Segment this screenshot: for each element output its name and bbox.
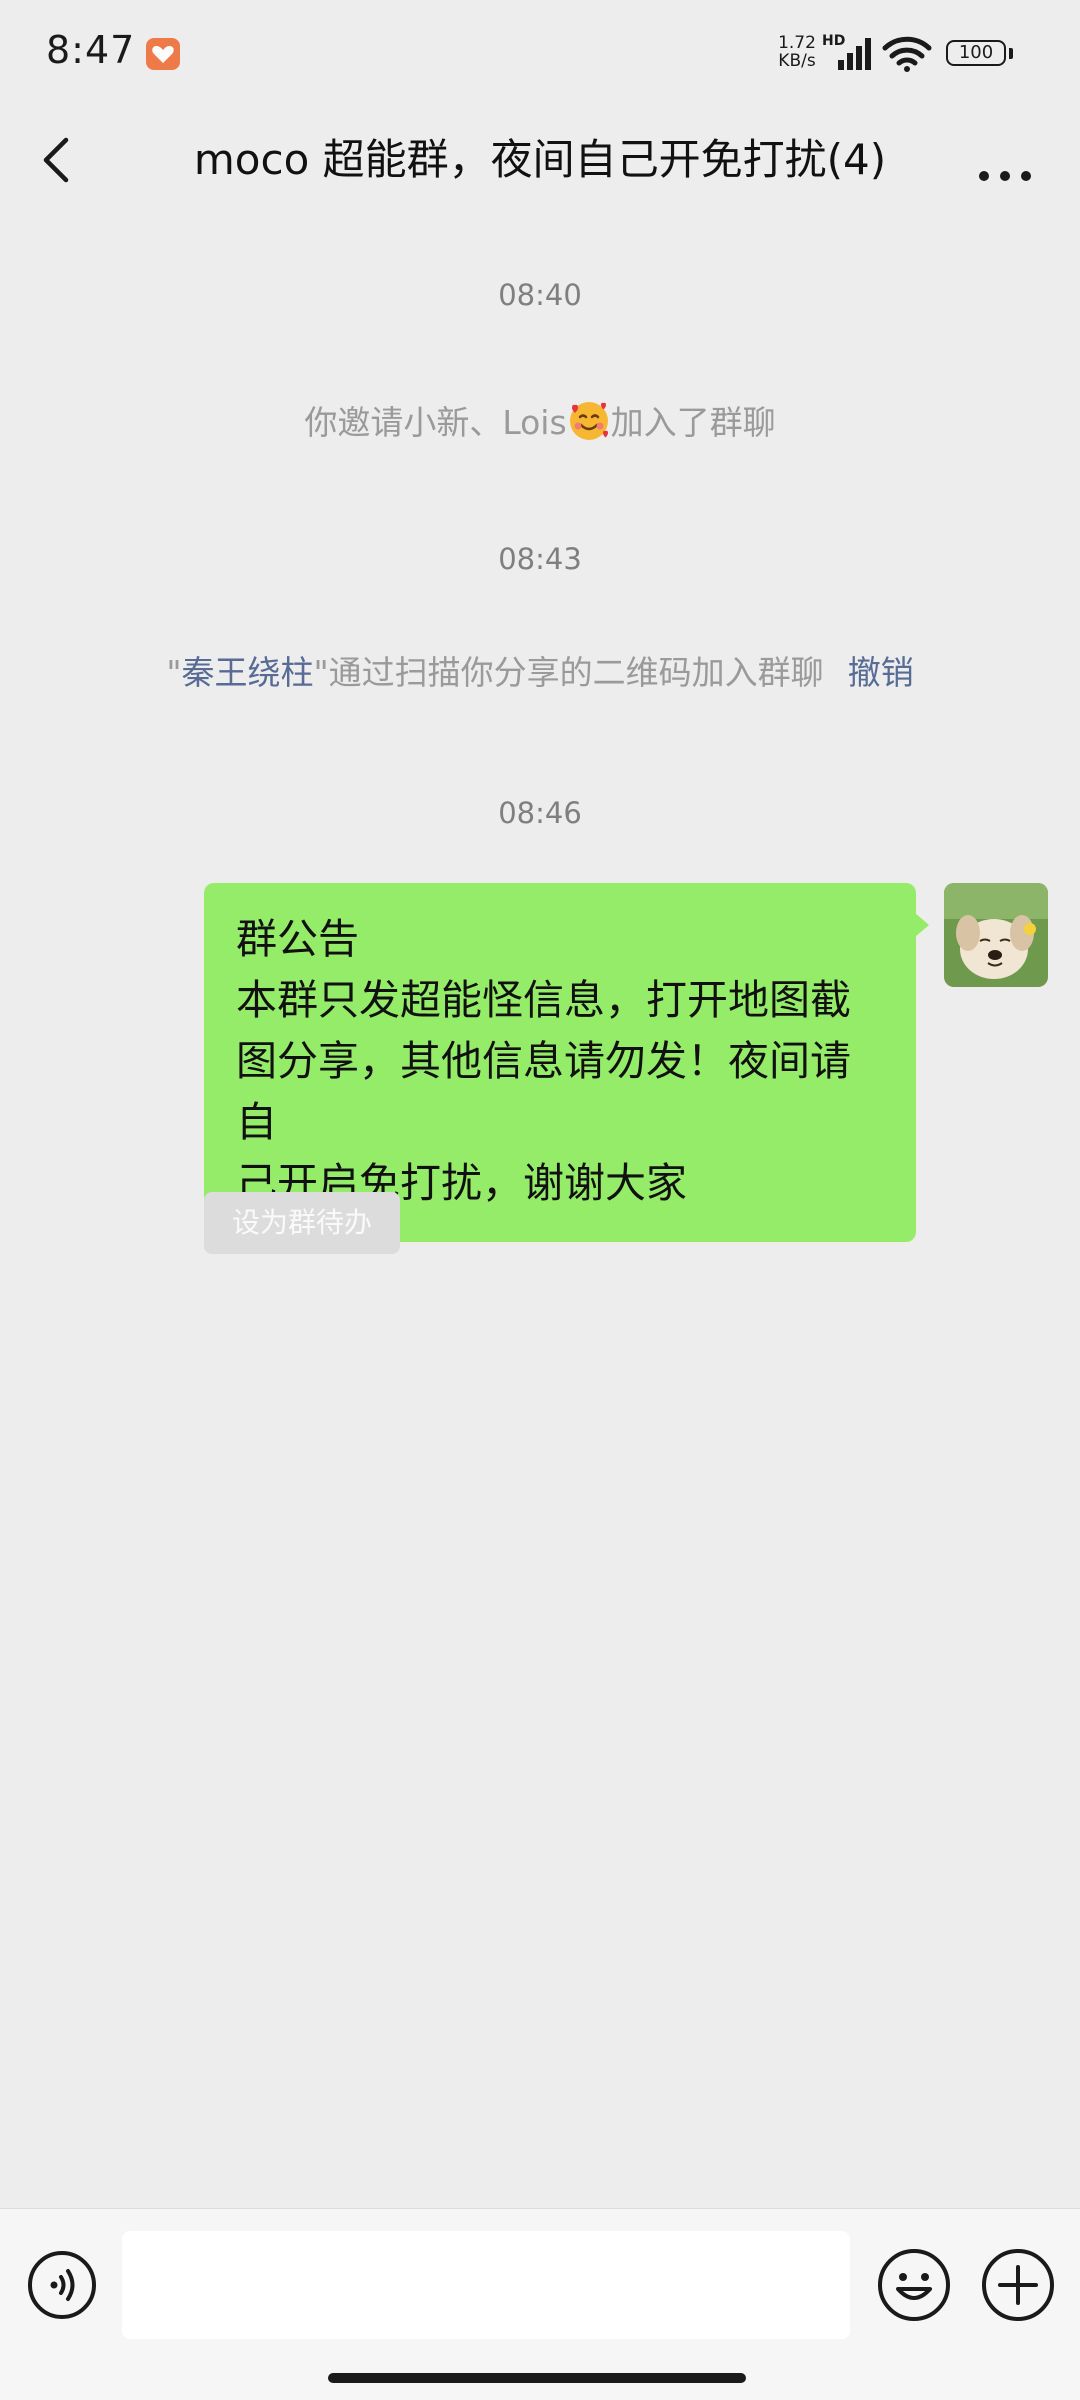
status-time: 8:47 bbox=[46, 28, 136, 72]
system-message-invite: 你邀请小新、Lois 加入了群聊 bbox=[0, 396, 1080, 444]
set-group-todo-button[interactable]: 设为群待办 bbox=[204, 1192, 400, 1254]
timestamp: 08:40 bbox=[498, 278, 582, 312]
message-line: 图分享，其他信息请勿发！夜间请自 bbox=[236, 1037, 851, 1146]
status-bar: 8:47 1.72 KB/s HD 100 bbox=[0, 0, 1080, 108]
voice-button[interactable] bbox=[26, 2249, 98, 2321]
invite-text-end: 加入了群聊 bbox=[610, 403, 776, 442]
back-arrow-icon bbox=[43, 137, 69, 183]
battery-tip bbox=[1009, 48, 1013, 59]
network-speed: 1.72 KB/s bbox=[772, 34, 822, 70]
home-indicator[interactable] bbox=[328, 2373, 746, 2383]
emoji-icon bbox=[878, 2249, 950, 2321]
chat-title: moco 超能群，夜间自己开免打扰(4) bbox=[193, 135, 887, 184]
join-open-quote: " bbox=[166, 653, 182, 692]
wifi-icon bbox=[882, 36, 932, 72]
input-bar bbox=[0, 2208, 1080, 2400]
message-bubble[interactable]: 群公告 本群只发超能怪信息，打开地图截 图分享，其他信息请勿发！夜间请自 己开启… bbox=[204, 883, 916, 1242]
timestamp: 08:43 bbox=[498, 542, 582, 576]
message-line: 本群只发超能怪信息，打开地图截 bbox=[236, 976, 851, 1024]
nav-bar: moco 超能群，夜间自己开免打扰(4) bbox=[0, 108, 1080, 212]
member-name-link[interactable]: 秦王绕柱 bbox=[182, 653, 314, 692]
system-message-join: "秦王绕柱"通过扫描你分享的二维码加入群聊 撤销 bbox=[0, 646, 1080, 694]
more-button[interactable] bbox=[970, 128, 1040, 192]
join-text: "通过扫描你分享的二维码加入群聊 bbox=[313, 653, 824, 692]
battery-icon: 100 bbox=[946, 40, 1006, 66]
heart-notification-icon bbox=[146, 38, 180, 70]
chat-area[interactable]: 08:40 你邀请小新、Lois 加入了群聊 08:43 "秦王绕柱"通过扫描你… bbox=[0, 212, 1080, 2208]
dog-avatar-icon bbox=[944, 883, 1048, 987]
network-speed-unit: KB/s bbox=[778, 51, 816, 71]
emoji-button[interactable] bbox=[876, 2247, 952, 2323]
more-actions-button[interactable] bbox=[980, 2247, 1056, 2323]
network-speed-value: 1.72 bbox=[778, 33, 816, 53]
announcement-heading: 群公告 bbox=[236, 915, 359, 963]
plus-icon bbox=[982, 2249, 1054, 2321]
avatar[interactable] bbox=[944, 883, 1048, 987]
back-button[interactable] bbox=[30, 128, 90, 192]
revoke-link[interactable]: 撤销 bbox=[848, 653, 914, 692]
signal-icon bbox=[838, 38, 871, 70]
message-input[interactable] bbox=[122, 2231, 850, 2339]
invite-text-start: 你邀请小新、Lois bbox=[304, 403, 567, 442]
smiling-face-with-hearts-icon bbox=[569, 402, 608, 440]
bubble-tail bbox=[915, 913, 929, 937]
voice-icon bbox=[28, 2251, 96, 2319]
more-icon bbox=[979, 171, 1031, 181]
timestamp: 08:46 bbox=[498, 796, 582, 830]
